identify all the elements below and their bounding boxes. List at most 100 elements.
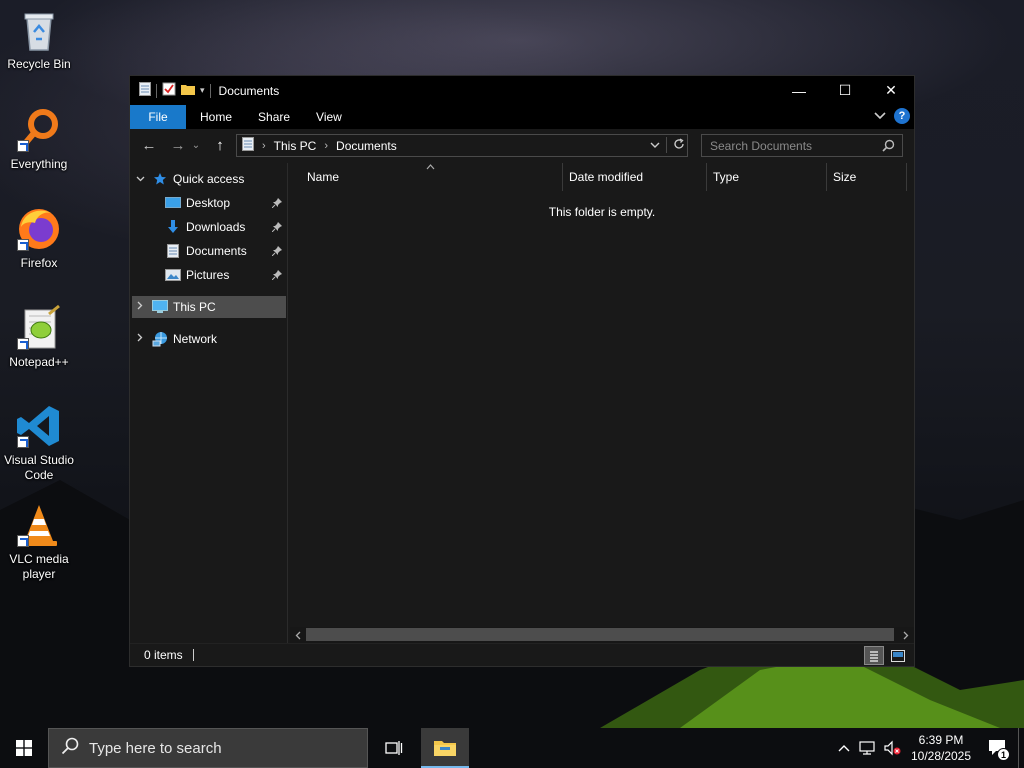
window-controls: — ☐ ✕ (776, 76, 914, 105)
up-button[interactable]: ↑ (208, 133, 232, 157)
firefox-icon (15, 205, 63, 253)
large-icons-view-button[interactable] (888, 646, 908, 665)
scroll-right-icon[interactable] (899, 628, 913, 642)
star-icon (152, 171, 168, 187)
nav-label: Downloads (186, 220, 246, 234)
search-input[interactable]: Search Documents (710, 139, 812, 153)
back-button[interactable]: ← (137, 133, 161, 157)
desktop-icon-label: Notepad++ (9, 355, 69, 369)
nav-network[interactable]: Network (130, 328, 288, 350)
desktop-icon-label: Everything (10, 157, 68, 171)
taskbar-search-input[interactable]: Type here to search (89, 740, 222, 757)
column-header-date-modified[interactable]: Date modified (563, 163, 707, 191)
address-history-dropdown-icon[interactable] (650, 138, 660, 152)
taskbar-search-box[interactable]: Type here to search (48, 728, 368, 768)
new-folder-icon[interactable] (181, 82, 195, 99)
scroll-left-icon[interactable] (291, 628, 305, 642)
title-bar[interactable]: ▾ Documents — ☐ ✕ (130, 76, 914, 105)
breadcrumb-this-pc[interactable]: This PC (274, 139, 317, 153)
tab-file[interactable]: File (130, 105, 186, 129)
navigation-bar: ← → ⌄ ↑ › This PC › Documents Search Doc… (130, 129, 914, 162)
nav-item-downloads[interactable]: Downloads (130, 216, 288, 238)
pin-icon[interactable] (271, 197, 282, 211)
document-properties-icon[interactable] (139, 82, 151, 99)
notification-badge: 1 (997, 748, 1010, 761)
shortcut-arrow-icon (17, 535, 29, 547)
window-title: Documents (218, 83, 280, 98)
address-bar[interactable]: › This PC › Documents (236, 134, 688, 157)
volume-muted-icon[interactable] (880, 728, 904, 768)
desktop-icon-vscode[interactable]: Visual Studio Code (2, 402, 76, 483)
column-header-size[interactable]: Size (827, 163, 907, 191)
breadcrumb-documents[interactable]: Documents (336, 139, 397, 153)
pin-icon[interactable] (271, 245, 282, 259)
scrollbar-thumb[interactable] (306, 628, 894, 641)
details-view-button[interactable] (864, 646, 884, 665)
forward-button[interactable]: → (166, 133, 190, 157)
expand-ribbon-icon[interactable] (874, 109, 886, 123)
maximize-button[interactable]: ☐ (822, 76, 868, 105)
column-header-name[interactable]: Name (290, 163, 563, 191)
desktop-icon-notepad-plus-plus[interactable]: Notepad++ (2, 304, 76, 370)
search-icon[interactable] (882, 139, 895, 155)
refresh-icon[interactable] (673, 137, 685, 153)
tab-share[interactable]: Share (245, 105, 303, 129)
search-box[interactable]: Search Documents (701, 134, 903, 157)
clock-time: 6:39 PM (918, 733, 964, 747)
nav-label: Pictures (186, 268, 230, 282)
pin-icon[interactable] (271, 221, 282, 235)
clock[interactable]: 6:39 PM 10/28/2025 (904, 732, 978, 764)
tab-home[interactable]: Home (186, 105, 245, 129)
minimize-button[interactable]: — (776, 76, 822, 105)
task-view-button[interactable] (370, 728, 418, 768)
nav-label: Network (173, 332, 218, 346)
show-desktop-button[interactable] (1018, 728, 1024, 768)
desktop-icon-label: Visual Studio Code (4, 453, 74, 482)
desktop-icon-label: VLC media player (9, 552, 69, 581)
file-explorer-window[interactable]: ▾ Documents — ☐ ✕ File Home Share View ?… (129, 75, 915, 667)
network-status-icon[interactable] (856, 728, 880, 768)
pin-icon[interactable] (271, 269, 282, 283)
nav-item-documents[interactable]: Documents (130, 240, 288, 262)
tab-view[interactable]: View (303, 105, 355, 129)
empty-folder-message: This folder is empty. (548, 205, 656, 219)
recent-locations-button[interactable]: ⌄ (190, 133, 202, 157)
nav-this-pc[interactable]: This PC (132, 296, 286, 318)
horizontal-scrollbar[interactable] (290, 627, 914, 643)
file-list-view[interactable]: Name Date modified Type Size This folder… (290, 163, 914, 643)
nav-quick-access[interactable]: Quick access (130, 168, 288, 190)
document-icon (165, 243, 181, 259)
action-center-button[interactable]: 1 (978, 728, 1018, 768)
nav-label: Documents (186, 244, 247, 258)
quick-access-toolbar: ▾ (139, 82, 211, 99)
properties-check-icon[interactable] (162, 82, 176, 99)
desktop-icon-everything[interactable]: Everything (2, 106, 76, 172)
nav-item-desktop[interactable]: Desktop (130, 192, 288, 214)
system-tray: 6:39 PM 10/28/2025 1 (832, 728, 1024, 768)
desktop-icon-recycle-bin[interactable]: Recycle Bin (2, 6, 76, 72)
toolbar-separator (156, 83, 157, 98)
show-hidden-icons-button[interactable] (832, 728, 856, 768)
notepad-plus-plus-icon (15, 304, 63, 352)
computer-icon (152, 299, 168, 315)
nav-label: This PC (173, 300, 216, 314)
expand-chevron-icon[interactable] (134, 333, 146, 345)
desktop-icon-firefox[interactable]: Firefox (2, 205, 76, 271)
taskbar-file-explorer[interactable] (421, 728, 469, 768)
start-button[interactable] (0, 728, 48, 768)
documents-folder-icon (242, 137, 254, 154)
expand-chevron-icon[interactable] (134, 174, 146, 185)
navigation-pane[interactable]: Quick access Desktop Downloads Documents… (130, 163, 288, 643)
help-icon[interactable]: ? (894, 108, 910, 124)
shortcut-arrow-icon (17, 338, 29, 350)
column-header-type[interactable]: Type (707, 163, 827, 191)
customize-toolbar-icon[interactable]: ▾ (200, 85, 205, 96)
download-arrow-icon (165, 219, 181, 235)
shortcut-arrow-icon (17, 140, 29, 152)
desktop-icon-label: Firefox (20, 256, 58, 270)
nav-item-pictures[interactable]: Pictures (130, 264, 288, 286)
task-view-icon (385, 741, 403, 755)
close-button[interactable]: ✕ (868, 76, 914, 105)
expand-chevron-icon[interactable] (134, 301, 146, 313)
desktop-icon-vlc[interactable]: VLC media player (2, 501, 76, 582)
